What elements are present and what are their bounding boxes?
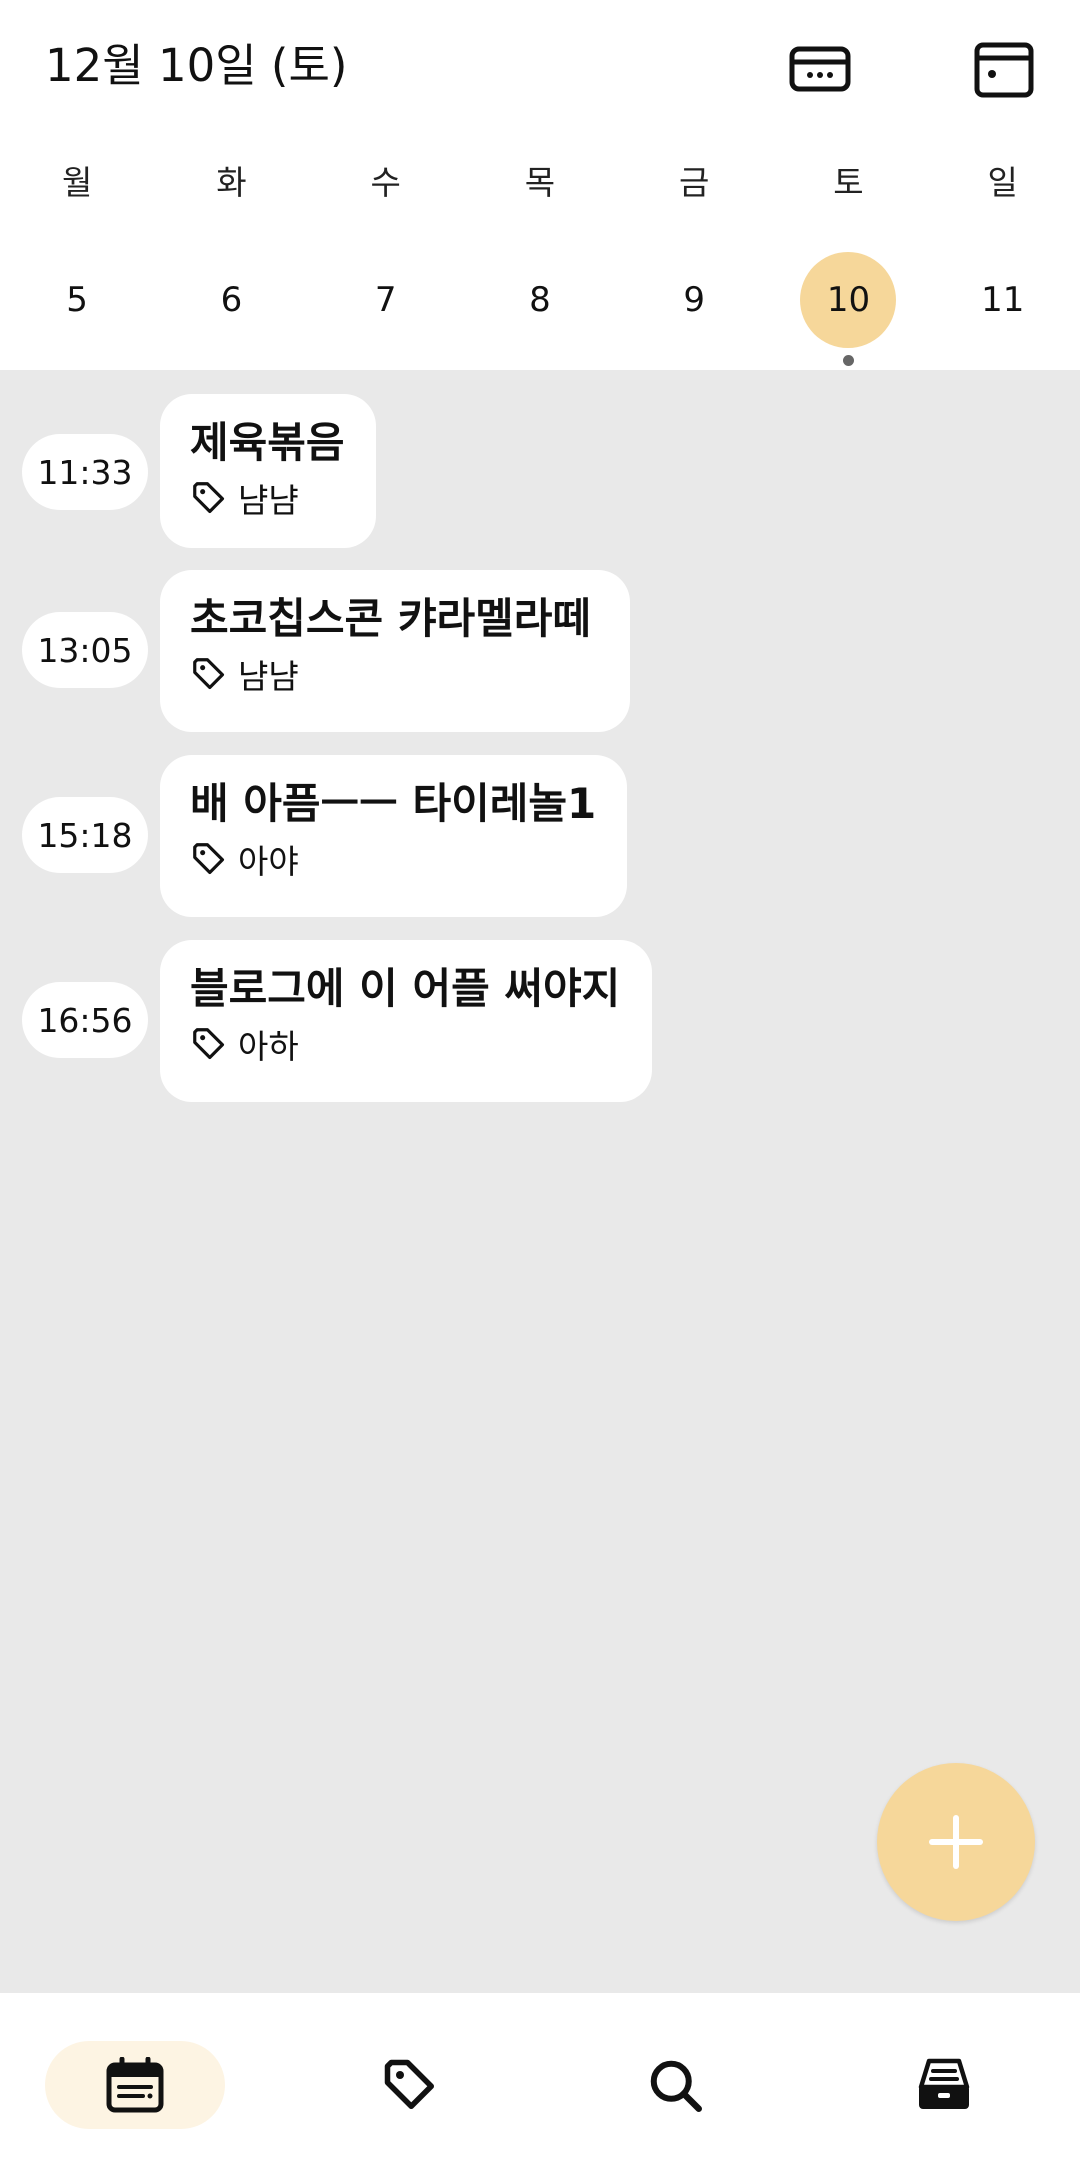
weekday-row: 월 화 수 목 금 토 일	[0, 150, 1080, 210]
weekday-label: 수	[370, 163, 401, 202]
nav-calendar[interactable]	[45, 2041, 225, 2129]
entry-card[interactable]: 배 아픔ㅡㅡ 타이레놀1 아야	[160, 755, 627, 917]
entry-title: 초코칩스콘 캬라멜라떼	[190, 594, 592, 643]
day-10-selected[interactable]: 10	[800, 252, 897, 348]
tag-icon	[193, 1028, 225, 1060]
entry-tag-label: 냠냠	[238, 481, 299, 520]
entry-tag-label: 냠냠	[238, 657, 299, 696]
calendar-window-icon	[974, 42, 1034, 98]
entry-card[interactable]: 초코칩스콘 캬라멜라떼 냠냠	[160, 570, 630, 732]
entry-card[interactable]: 제육볶음 냠냠	[160, 394, 376, 548]
weekday-label: 목	[524, 163, 556, 202]
entry-card[interactable]: 블로그에 이 어플 써야지 아하	[160, 940, 652, 1102]
add-entry-button[interactable]	[877, 1763, 1035, 1921]
day-8[interactable]: 8	[492, 252, 588, 348]
day-11[interactable]: 11	[955, 252, 1051, 348]
entry-tag: 냠냠	[190, 476, 346, 520]
weekday-label: 월	[61, 163, 93, 202]
card-view-button[interactable]	[780, 30, 860, 110]
card-view-icon	[789, 46, 851, 92]
bottom-navigation	[0, 1993, 1080, 2177]
entry-title: 블로그에 이 어플 써야지	[190, 964, 621, 1013]
weekday-label: 화	[216, 163, 247, 202]
entry-title: 배 아픔ㅡㅡ 타이레놀1	[190, 779, 597, 828]
day-9[interactable]: 9	[646, 252, 742, 348]
calendar-window-button[interactable]	[964, 30, 1044, 110]
tag-icon	[193, 843, 225, 875]
calendar-list-icon	[106, 2057, 164, 2113]
nav-tags[interactable]	[360, 2041, 460, 2129]
entry-time[interactable]: 16:56	[22, 982, 148, 1058]
weekday-label: 금	[679, 163, 710, 202]
entry-time[interactable]: 15:18	[22, 797, 148, 873]
day-6[interactable]: 6	[183, 252, 279, 348]
entry-tag: 냠냠	[190, 652, 600, 696]
tag-icon	[384, 2059, 434, 2109]
plus-icon	[929, 1815, 983, 1869]
entry-indicator-dot	[842, 355, 854, 366]
search-icon	[650, 2060, 702, 2112]
entry-tag-label: 아하	[238, 1027, 299, 1066]
weekday-label: 일	[987, 163, 1018, 202]
header: 12월 10일 (토) 월 화 수 목 금 토 일 5 6 7 8 9 10 1…	[0, 0, 1080, 370]
nav-archive[interactable]	[894, 2041, 994, 2129]
archive-icon	[918, 2058, 970, 2109]
entry-time[interactable]: 11:33	[22, 434, 148, 510]
entry-tag: 아하	[190, 1022, 622, 1066]
tag-icon	[193, 658, 225, 690]
entry-time[interactable]: 13:05	[22, 612, 148, 688]
entry-tag-label: 아야	[238, 842, 299, 881]
day-7[interactable]: 7	[338, 252, 434, 348]
nav-search[interactable]	[625, 2041, 725, 2129]
entry-tag: 아야	[190, 837, 597, 881]
tag-icon	[193, 482, 225, 514]
entry-title: 제육볶음	[190, 418, 345, 467]
day-5[interactable]: 5	[29, 252, 125, 348]
day-row: 5 6 7 8 9 10 11	[0, 250, 1080, 366]
page-title[interactable]: 12월 10일 (토)	[45, 36, 347, 96]
weekday-label: 토	[833, 163, 864, 202]
